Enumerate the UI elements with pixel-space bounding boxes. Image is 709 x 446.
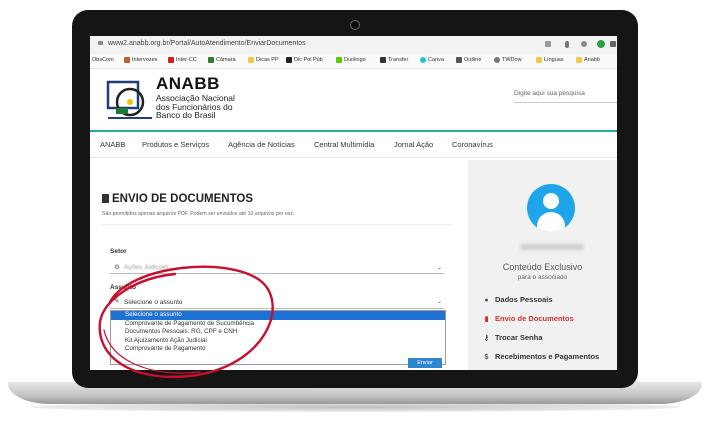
bookmark-favicon-icon [494, 57, 500, 63]
nav-item-agencia[interactable]: Agência de Notícias [228, 140, 295, 149]
bookmark-favicon-icon [168, 57, 174, 63]
dropdown-option[interactable]: Comprovante de Pagamento de Sucumbência [111, 320, 445, 329]
bookmark-item[interactable]: Canva [420, 57, 444, 63]
main-nav: ANABB Produtos e Serviços Agência de Not… [90, 134, 617, 156]
user-name-blurred [520, 244, 584, 250]
dropdown-option[interactable]: Kit Ajuizamento Ação Judicial [111, 337, 445, 346]
sidebar-item-envio-documentos[interactable]: ▮ Envio de Documentos [483, 314, 574, 323]
bookmark-item[interactable]: Duolingo [336, 57, 366, 63]
puzzle-icon[interactable] [610, 41, 616, 47]
sidebar-item-trocar-senha[interactable]: ⚷ Trocar Senha [483, 333, 543, 342]
camera-icon [350, 20, 360, 30]
bookmark-item[interactable]: Outline [456, 57, 481, 63]
setor-value: Ações Judiciais [124, 264, 169, 271]
user-avatar-icon [527, 184, 575, 232]
microphone-icon[interactable] [565, 41, 569, 48]
nav-item-produtos[interactable]: Produtos e Serviços [142, 140, 209, 149]
page-title: ENVIO DE DOCUMENTOS [102, 193, 253, 205]
dropdown-option[interactable]: Comprovante de Pagamento [111, 345, 445, 354]
header-divider [90, 130, 617, 132]
duolingo-icon [336, 57, 342, 63]
nav-item-multimidia[interactable]: Central Multimídia [314, 140, 374, 149]
lock-icon [98, 41, 103, 45]
nav-divider [90, 157, 617, 158]
dollar-icon: $ [484, 354, 489, 361]
folder-icon [576, 57, 582, 63]
key-icon: ⚷ [483, 335, 490, 342]
anabb-logo-icon[interactable] [106, 78, 154, 122]
assunto-select[interactable]: ✎ Selecione o assunto ⌄ [110, 296, 444, 309]
dropdown-option[interactable]: Selecione o assunto [111, 311, 445, 320]
assunto-placeholder: Selecione o assunto [124, 299, 183, 306]
assunto-label: Assunto [110, 284, 136, 291]
address-bar[interactable]: www2.anabb.org.br/Portal/AutoAtendimento… [90, 36, 617, 55]
url-text[interactable]: www2.anabb.org.br/Portal/AutoAtendimento… [108, 40, 306, 47]
bookmark-item[interactable]: Dic Pol Púb [286, 57, 323, 63]
bookmark-favicon-icon [456, 57, 462, 63]
extension-icon[interactable] [581, 41, 587, 47]
canva-icon [420, 57, 426, 63]
profile-icon[interactable] [597, 40, 605, 48]
dropdown-option[interactable]: Documentos Pessoais: RG, CPF e CNH [111, 328, 445, 337]
bookmark-item[interactable]: Transfer [380, 57, 408, 63]
folder-icon [248, 57, 254, 63]
bookmark-item[interactable]: Câmara [208, 57, 236, 63]
folder-icon [536, 57, 542, 63]
bookmark-favicon-icon [286, 57, 292, 63]
sitemap-icon: ⚙ [114, 264, 120, 271]
exclusive-content-subtitle: para o associado [517, 274, 568, 281]
exclusive-content-title: Conteúdo Exclusivo [502, 262, 583, 272]
brand-subtitle: Associação Nacional dos Funcionários do … [156, 93, 235, 120]
search-input[interactable]: Digite aqui sua pesquisa [514, 90, 617, 103]
bookmark-item[interactable]: TWDow [494, 57, 522, 63]
setor-select[interactable]: ⚙ Ações Judiciais ⌄ [110, 262, 444, 274]
bookmark-favicon-icon [124, 57, 130, 63]
bookmark-item[interactable]: Inter-CC [168, 57, 197, 63]
send-button[interactable]: Enviar [408, 358, 442, 368]
chevron-down-icon: ⌄ [436, 299, 442, 305]
bookmark-item[interactable]: ObsCom [92, 57, 114, 63]
setor-label: Setor [110, 248, 127, 255]
assunto-dropdown[interactable]: Selecione o assunto Comprovante de Pagam… [110, 310, 446, 365]
chevron-down-icon: ⌄ [436, 265, 442, 271]
bookmarks-bar: ObsCom Intervozes Inter-CC Câmara Dicas … [90, 54, 617, 69]
brand-title[interactable]: ANABB [156, 74, 220, 94]
bookmark-item[interactable]: Línguas [536, 57, 564, 63]
person-icon: ● [484, 297, 489, 304]
bookmark-favicon-icon [380, 57, 386, 63]
page-subtitle: São permitidos apenas arquivos PDF. Pode… [102, 211, 295, 217]
page-title-text: ENVIO DE DOCUMENTOS [112, 193, 253, 205]
nav-item-coronavirus[interactable]: Coronavírus [452, 140, 493, 149]
bookmark-item[interactable]: Anabb [576, 57, 600, 63]
pencil-icon: ✎ [114, 298, 120, 305]
section-divider [102, 224, 452, 225]
nav-item-jornal[interactable]: Jornal Ação [394, 140, 433, 149]
browser-screen: www2.anabb.org.br/Portal/AutoAtendimento… [90, 36, 617, 370]
bookmark-item[interactable]: Intervozes [124, 57, 157, 63]
document-icon [102, 194, 109, 203]
bookmark-item[interactable]: Dicas PP [248, 57, 279, 63]
star-icon[interactable] [545, 41, 551, 47]
sidebar-item-dados-pessoais[interactable]: ● Dados Pessoais [483, 295, 552, 304]
bookmark-favicon-icon [208, 57, 214, 63]
document-icon: ▮ [484, 316, 489, 323]
sidebar-item-recebimentos[interactable]: $ Recebimentos e Pagamentos [483, 352, 600, 361]
nav-item-anabb[interactable]: ANABB [100, 140, 125, 149]
